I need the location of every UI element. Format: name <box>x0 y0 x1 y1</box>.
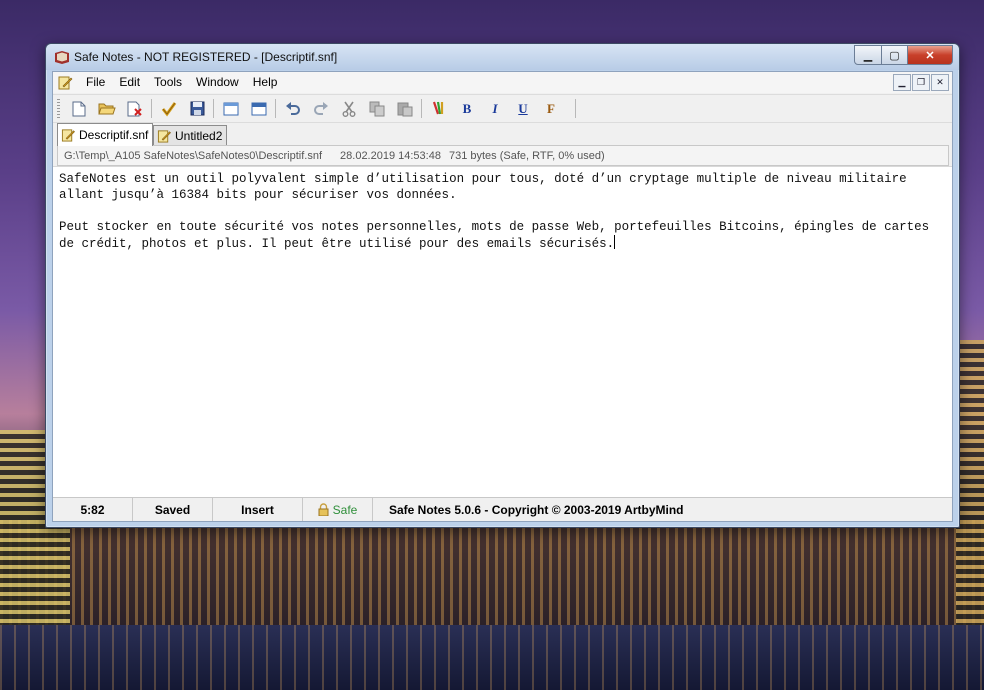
copy-button[interactable] <box>367 99 387 118</box>
new-button[interactable] <box>69 99 89 118</box>
text-editor[interactable]: SafeNotes est un outil polyvalent simple… <box>53 166 952 497</box>
tile-window-button[interactable] <box>249 99 269 118</box>
menu-help[interactable]: Help <box>246 75 285 89</box>
document-pencil-icon <box>61 129 75 142</box>
spellcheck-button[interactable] <box>159 99 179 118</box>
tab-label: Descriptif.snf <box>79 128 149 142</box>
toolbar-separator <box>575 99 576 118</box>
window-icon <box>223 102 239 115</box>
status-copyright: Safe Notes 5.0.6 - Copyright © 2003-2019… <box>389 502 684 517</box>
document-pencil-icon <box>157 129 171 143</box>
file-info: 731 bytes (Safe, RTF, 0% used) <box>448 149 605 162</box>
font-button[interactable]: F <box>541 99 561 118</box>
paste-icon <box>397 102 413 116</box>
color-icon <box>432 101 444 114</box>
file-path: G:\Temp\_A105 SafeNotes\SafeNotes0\Descr… <box>64 149 323 162</box>
delete-button[interactable] <box>125 99 145 118</box>
app-window: Safe Notes - NOT REGISTERED - [Descripti… <box>45 43 960 528</box>
open-icon <box>98 103 116 115</box>
underline-button[interactable]: U <box>513 99 533 118</box>
copy-icon <box>369 101 385 116</box>
menu-tools[interactable]: Tools <box>147 75 189 89</box>
desktop-city-skyline <box>0 520 984 630</box>
status-bar: 5:82 Saved Insert Safe Safe Notes 5.0.6 … <box>53 497 952 521</box>
new-window-button[interactable] <box>221 99 241 118</box>
document-tabs: Descriptif.snf Untitled2 <box>53 123 952 146</box>
mdi-close-button[interactable]: ✕ <box>931 74 949 91</box>
cut-icon <box>342 101 356 117</box>
minimize-icon: ▁ <box>863 49 873 62</box>
desktop-building-right <box>956 340 984 630</box>
text-caret <box>614 235 616 249</box>
tab-label: Untitled2 <box>175 128 223 143</box>
window2-icon <box>251 102 267 115</box>
toolbar-separator <box>151 99 152 118</box>
mdi-controls: ▁ ❐ ✕ <box>893 74 949 91</box>
save-icon <box>190 101 204 116</box>
file-date: 28.02.2019 14:53:48 <box>340 149 441 162</box>
toolbar: B I U F <box>53 94 952 123</box>
tab-descriptif[interactable]: Descriptif.snf <box>57 123 154 146</box>
editor-paragraph: SafeNotes est un outil polyvalent simple… <box>59 172 915 202</box>
toolbar-grip[interactable] <box>57 99 60 118</box>
status-safe: Safe <box>303 498 373 521</box>
status-saved: Saved <box>133 498 213 521</box>
undo-button[interactable] <box>283 99 303 118</box>
menu-window[interactable]: Window <box>189 75 246 89</box>
close-button[interactable]: ✕ <box>908 45 953 65</box>
mdi-restore-button[interactable]: ❐ <box>912 74 930 91</box>
title-bar[interactable]: Safe Notes - NOT REGISTERED - [Descripti… <box>46 44 959 70</box>
menu-bar: File Edit Tools Window Help ▁ ❐ ✕ <box>53 72 952 93</box>
close-icon: ✕ <box>925 49 935 62</box>
italic-button[interactable]: I <box>485 99 505 118</box>
delete-icon <box>127 101 142 116</box>
app-book-icon <box>55 51 69 64</box>
toolbar-separator <box>421 99 422 118</box>
undo-icon <box>286 101 300 115</box>
mdi-minimize-button[interactable]: ▁ <box>893 74 911 91</box>
paste-button[interactable] <box>395 99 415 118</box>
minimize-button[interactable]: ▁ <box>854 45 882 65</box>
cut-button[interactable] <box>339 99 359 118</box>
menu-file[interactable]: File <box>79 75 112 89</box>
open-button[interactable] <box>97 99 117 118</box>
menu-edit[interactable]: Edit <box>112 75 147 89</box>
save-button[interactable] <box>187 99 207 118</box>
window-controls: ▁ ▢ ✕ <box>854 45 953 65</box>
redo-button[interactable] <box>311 99 331 118</box>
maximize-button[interactable]: ▢ <box>882 45 908 65</box>
client-area: File Edit Tools Window Help ▁ ❐ ✕ B I U … <box>52 71 953 522</box>
text-color-button[interactable] <box>429 99 449 118</box>
document-pencil-icon[interactable] <box>57 75 73 90</box>
window-title: Safe Notes - NOT REGISTERED - [Descripti… <box>74 50 338 64</box>
redo-icon <box>314 101 328 115</box>
check-icon <box>161 101 177 116</box>
maximize-icon: ▢ <box>889 49 900 62</box>
file-info-bar: G:\Temp\_A105 SafeNotes\SafeNotes0\Descr… <box>57 145 949 166</box>
toolbar-separator <box>213 99 214 118</box>
bold-button[interactable]: B <box>457 99 477 118</box>
desktop-river <box>0 625 984 690</box>
status-insert-mode[interactable]: Insert <box>213 498 303 521</box>
toolbar-separator <box>275 99 276 118</box>
status-safe-label: Safe <box>332 502 358 517</box>
status-position: 5:82 <box>53 498 133 521</box>
tab-untitled2[interactable]: Untitled2 <box>153 125 228 145</box>
lock-icon <box>318 503 329 516</box>
new-icon <box>72 101 86 116</box>
editor-paragraph: Peut stocker en toute sécurité vos notes… <box>59 220 937 251</box>
menu-items: File Edit Tools Window Help <box>79 75 284 89</box>
